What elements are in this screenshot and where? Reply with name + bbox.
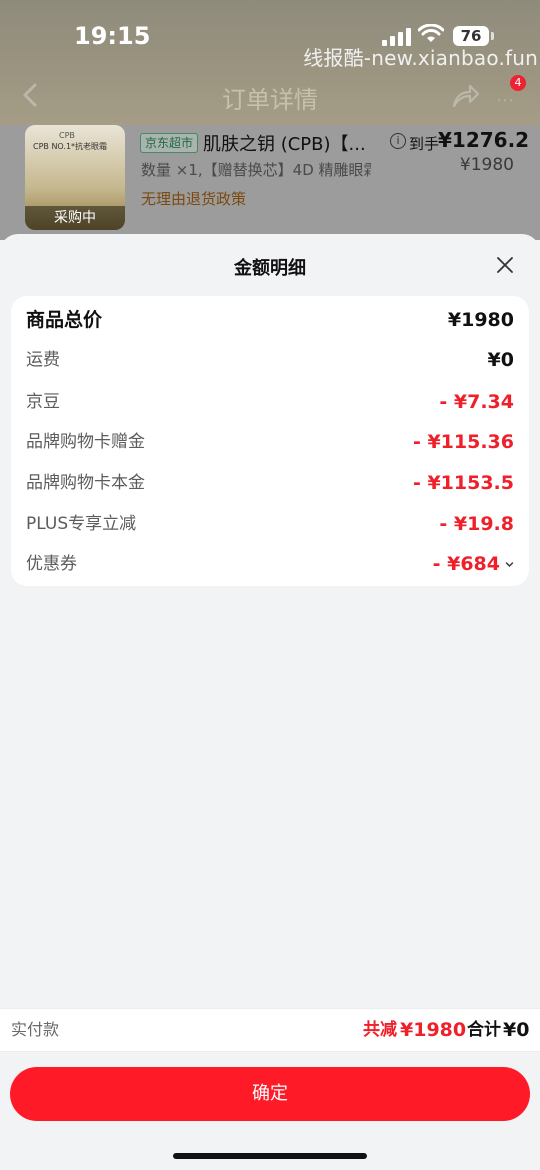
row-label: 商品总价 <box>26 309 103 331</box>
watermark: 线报酷-new.xianbao.fun <box>303 46 538 70</box>
row-value: - ¥7.34 <box>439 391 514 413</box>
row-label: PLUS专享立减 <box>26 514 137 534</box>
total-prefix: 合计 <box>467 1020 501 1040</box>
home-indicator[interactable] <box>173 1153 367 1159</box>
return-policy: 无理由退货政策 <box>141 190 247 208</box>
payment-label: 实付款 <box>11 1020 60 1039</box>
payment-summary-bar: 实付款 共减 ¥1980 合计 ¥0 <box>0 1008 540 1052</box>
row-label: 品牌购物卡本金 <box>26 473 145 493</box>
discount-total: ¥1980 <box>400 1019 467 1041</box>
list-item-card-bonus: 品牌购物卡赠金 - ¥115.36 <box>26 427 514 457</box>
wifi-icon <box>418 24 444 42</box>
row-value: - ¥1153.5 <box>412 472 514 494</box>
product-name[interactable]: 肌肤之钥 (CPB)【... <box>203 130 366 156</box>
list-item-coupon[interactable]: 优惠券 - ¥684 <box>26 549 514 579</box>
row-label: 运费 <box>26 350 60 370</box>
row-label: 优惠券 <box>26 554 77 574</box>
chevron-down-icon[interactable] <box>505 560 514 569</box>
row-label: 品牌购物卡赠金 <box>26 432 145 452</box>
row-value: ¥0 <box>487 349 514 371</box>
discount-prefix: 共减 <box>363 1020 397 1040</box>
status-time: 19:15 <box>74 22 151 50</box>
list-item-shipping: 运费 ¥0 <box>26 345 514 375</box>
product-spec[interactable]: 数量 ×1,【赠替换芯】4D 精雕眼霜 <box>141 159 371 180</box>
list-item-card-principal: 品牌购物卡本金 - ¥1153.5 <box>26 468 514 498</box>
info-icon[interactable]: i <box>390 133 406 149</box>
share-icon[interactable] <box>450 82 480 110</box>
row-value: ¥1980 <box>447 309 514 331</box>
original-price: ¥1980 <box>459 155 514 175</box>
row-value: - ¥115.36 <box>412 431 514 453</box>
row-label: 京豆 <box>26 392 60 412</box>
row-value: - ¥19.8 <box>439 513 514 535</box>
amount-list: 商品总价 ¥1980 运费 ¥0 京豆 - ¥7.34 品牌购物卡赠金 - ¥1… <box>11 296 529 586</box>
product-card[interactable]: CPB CPB NO.1*抗老眼霜 采购中 京东超市 肌肤之钥 (CPB)【..… <box>0 125 540 240</box>
total-amount: ¥0 <box>503 1019 530 1041</box>
list-item-plus-discount: PLUS专享立减 - ¥19.8 <box>26 509 514 539</box>
shop-tag: 京东超市 <box>140 133 199 153</box>
row-value: - ¥684 <box>432 553 500 575</box>
thumb-caption: CPB NO.1*抗老眼霜 <box>33 142 108 151</box>
price-label: 到手 <box>409 135 440 153</box>
thumb-logo: CPB <box>59 131 75 140</box>
sheet-title: 金额明细 <box>234 258 306 279</box>
battery-tip <box>491 32 494 40</box>
confirm-button[interactable]: 确定 <box>10 1067 530 1121</box>
product-thumbnail: CPB CPB NO.1*抗老眼霜 采购中 <box>25 125 125 230</box>
more-icon[interactable]: ⋯ <box>496 90 514 111</box>
message-badge: 4 <box>510 75 526 91</box>
close-icon[interactable] <box>494 254 516 276</box>
purchase-status: 采购中 <box>25 206 125 230</box>
final-price: ¥1276.2 <box>438 128 530 152</box>
list-item-total: 商品总价 ¥1980 <box>26 305 514 335</box>
list-item-jingdou: 京豆 - ¥7.34 <box>26 387 514 417</box>
